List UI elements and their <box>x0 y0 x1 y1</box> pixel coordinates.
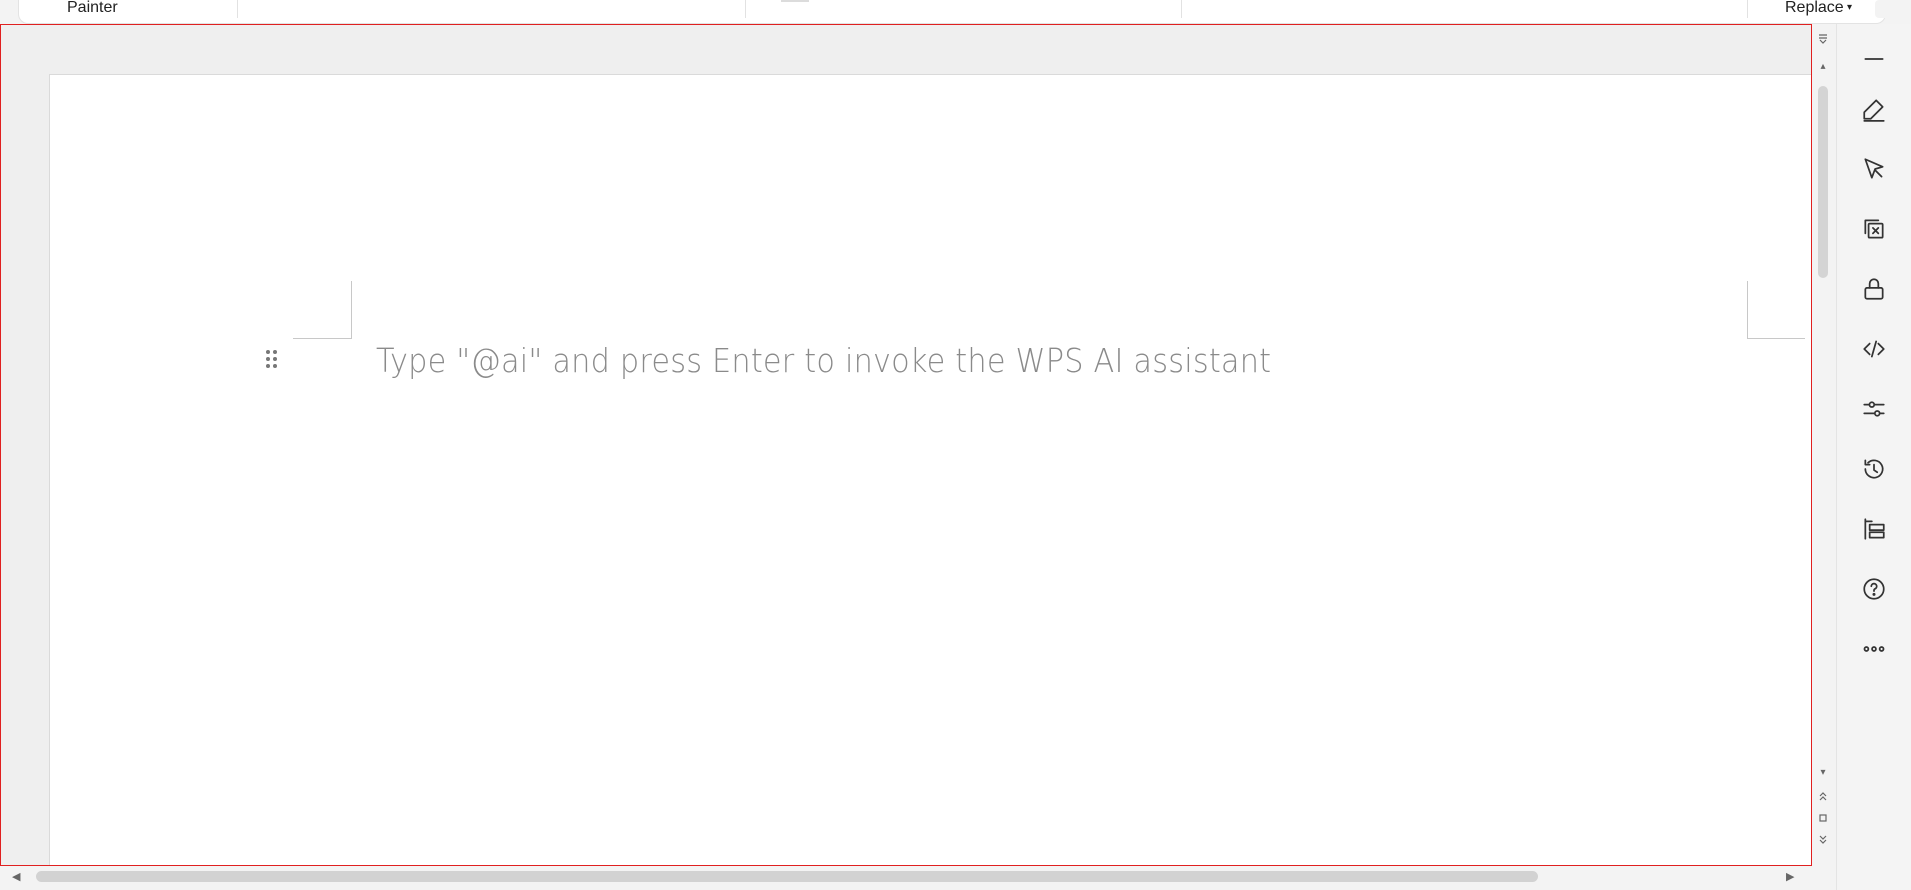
select-browse-object-icon[interactable] <box>1812 812 1834 829</box>
toolbar-divider <box>745 0 746 18</box>
format-painter-button[interactable]: Painter <box>67 0 118 18</box>
scroll-left-icon[interactable]: ◀ <box>12 870 20 883</box>
vertical-scrollbar[interactable]: ▴ ▾ <box>1812 24 1834 866</box>
vertical-scroll-thumb[interactable] <box>1818 86 1828 278</box>
toolbar-divider <box>237 0 238 18</box>
outline-tree-icon[interactable] <box>1855 510 1893 548</box>
document-canvas[interactable]: Type "@ai" and press Enter to invoke the… <box>0 24 1812 866</box>
history-icon[interactable] <box>1855 450 1893 488</box>
minimize-icon[interactable] <box>1855 40 1893 78</box>
ai-placeholder-text[interactable]: Type "@ai" and press Enter to invoke the… <box>376 339 1271 383</box>
toolbar-divider <box>1747 0 1748 18</box>
adjust-settings-icon[interactable] <box>1855 390 1893 428</box>
document-page[interactable] <box>49 74 1811 865</box>
more-icon[interactable] <box>1855 630 1893 668</box>
ribbon-toolbar: Painter Replace ▾ <box>18 0 1901 24</box>
horizontal-scrollbar[interactable]: ◀ ▶ <box>0 866 1812 890</box>
drag-handle-icon[interactable] <box>263 347 281 373</box>
margin-corner-mark <box>1747 338 1805 339</box>
scroll-up-icon[interactable]: ▴ <box>1812 60 1834 74</box>
pen-icon[interactable] <box>1855 90 1893 128</box>
margin-corner-mark <box>351 281 352 339</box>
right-tool-panel <box>1836 24 1911 890</box>
select-pointer-icon[interactable] <box>1855 150 1893 188</box>
scroll-options-icon[interactable] <box>1812 32 1834 49</box>
clear-format-icon[interactable] <box>1855 210 1893 248</box>
lock-icon[interactable] <box>1855 270 1893 308</box>
toolbar-collapse-button[interactable] <box>1875 0 1901 18</box>
scroll-right-icon[interactable]: ▶ <box>1786 870 1794 883</box>
chevron-down-icon[interactable]: ▾ <box>1847 0 1852 16</box>
code-icon[interactable] <box>1855 330 1893 368</box>
wps-writer-window: Painter Replace ▾ Type "@ai" and press E… <box>0 0 1911 890</box>
toolbar-divider <box>1181 0 1182 18</box>
margin-corner-mark <box>1747 281 1748 339</box>
toolbar-tab-indicator <box>781 0 809 2</box>
scroll-down-icon[interactable]: ▾ <box>1812 766 1834 780</box>
next-page-icon[interactable] <box>1812 834 1834 851</box>
previous-page-icon[interactable] <box>1812 790 1834 807</box>
horizontal-scroll-thumb[interactable] <box>36 871 1538 882</box>
help-icon[interactable] <box>1855 570 1893 608</box>
margin-corner-mark <box>293 338 352 339</box>
replace-button[interactable]: Replace <box>1785 0 1844 18</box>
